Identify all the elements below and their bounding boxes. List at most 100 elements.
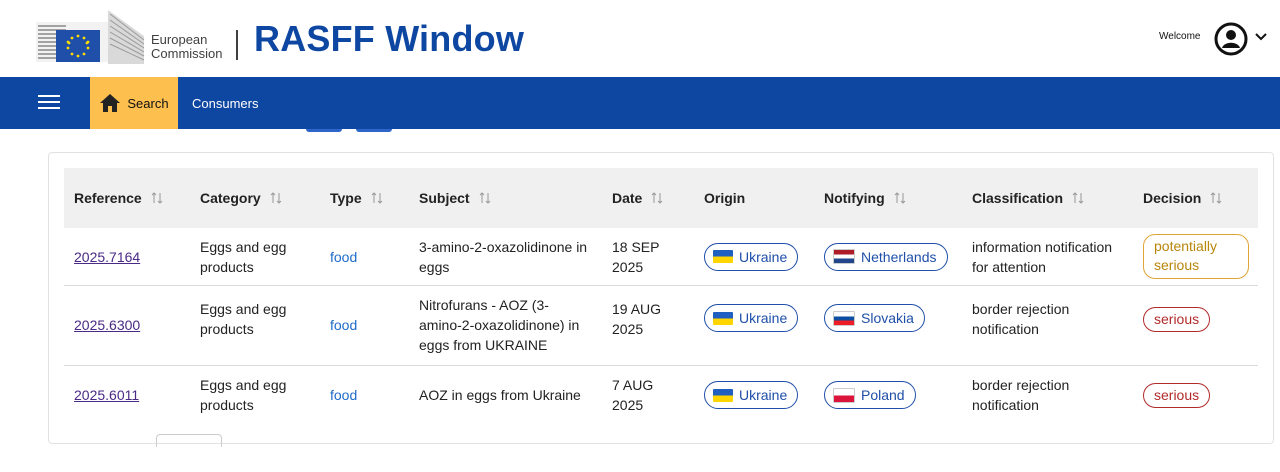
origin-country-chip[interactable]: Ukraine bbox=[704, 242, 799, 271]
subject-cell: Nitrofurans - AOZ (3- amino-2-oxazolidino… bbox=[419, 285, 579, 365]
type-link[interactable]: food bbox=[330, 247, 357, 267]
page-size-select[interactable] bbox=[156, 434, 222, 447]
user-circle-icon[interactable] bbox=[1214, 22, 1248, 56]
chevron-down-icon[interactable] bbox=[1254, 30, 1268, 44]
reference-cell: 2025.6300 bbox=[74, 285, 140, 365]
column-header-subject[interactable]: Subject bbox=[419, 168, 492, 228]
column-header-date[interactable]: Date bbox=[612, 168, 664, 228]
notifying-cell: Poland bbox=[824, 365, 916, 425]
category-text: products bbox=[200, 321, 254, 337]
table-row: 2025.7164 Eggs and egg products food 3-am… bbox=[64, 228, 1258, 286]
table-header: Reference Category Type Subject Date Ori… bbox=[64, 168, 1258, 228]
origin-country-chip[interactable]: Ukraine bbox=[704, 381, 799, 409]
sort-arrows-icon bbox=[270, 192, 282, 204]
subject-text: 3-amino-2-oxazolidinone in bbox=[419, 238, 588, 255]
type-link[interactable]: food bbox=[330, 385, 357, 405]
date-text: 18 SEP bbox=[612, 238, 660, 255]
reference-link[interactable]: 2025.6300 bbox=[74, 315, 140, 335]
subject-text: amino-2-oxazolidinone) in bbox=[419, 317, 580, 333]
table-row: 2025.6011 Eggs and egg products food AOZ … bbox=[64, 365, 1258, 425]
poland-flag-icon bbox=[833, 387, 855, 403]
sort-arrows-icon bbox=[1072, 192, 1084, 204]
classification-cell: border rejection notification bbox=[972, 365, 1069, 425]
reference-cell: 2025.6011 bbox=[74, 365, 139, 425]
country-name: Netherlands bbox=[861, 248, 937, 265]
reference-cell: 2025.7164 bbox=[74, 228, 140, 285]
type-cell: food bbox=[330, 228, 357, 285]
site-header: European Commission RASFF Window Welcome bbox=[0, 0, 1280, 77]
date-text: 2025 bbox=[612, 321, 644, 337]
classification-text: notification bbox=[972, 321, 1039, 337]
organisation-name-line2: Commission bbox=[151, 46, 223, 61]
column-header-notifying[interactable]: Notifying bbox=[824, 168, 907, 228]
country-name: Slovakia bbox=[861, 310, 914, 326]
decision-badge: serious bbox=[1143, 306, 1211, 332]
home-icon bbox=[100, 94, 121, 112]
notifying-country-chip[interactable]: Poland bbox=[824, 381, 916, 409]
subject-cell: AOZ in eggs from Ukraine bbox=[419, 365, 581, 425]
hidden-filter-chip bbox=[356, 129, 392, 132]
category-text: products bbox=[200, 258, 254, 275]
notifying-country-chip[interactable]: Netherlands bbox=[824, 242, 948, 271]
column-header-decision[interactable]: Decision bbox=[1143, 168, 1223, 228]
subject-text: AOZ in eggs from Ukraine bbox=[419, 387, 581, 403]
subject-cell: 3-amino-2-oxazolidinone in eggs bbox=[419, 228, 587, 285]
classification-text: border rejection bbox=[972, 377, 1070, 393]
country-name: Ukraine bbox=[739, 387, 788, 403]
classification-cell: border rejection notification bbox=[972, 285, 1069, 365]
welcome-text: Welcome bbox=[1159, 31, 1201, 42]
origin-cell: Ukraine bbox=[704, 228, 799, 285]
sort-arrows-icon bbox=[1211, 192, 1222, 204]
column-header-category[interactable]: Category bbox=[200, 168, 283, 228]
subject-text: eggs bbox=[419, 258, 450, 275]
table-row: 2025.6300 Eggs and egg products food Nitr… bbox=[64, 285, 1258, 366]
country-name: Poland bbox=[861, 387, 905, 403]
category-text: products bbox=[200, 397, 254, 413]
sort-arrows-icon bbox=[894, 192, 906, 204]
notifying-country-chip[interactable]: Slovakia bbox=[824, 304, 925, 332]
origin-cell: Ukraine bbox=[704, 285, 799, 365]
type-link[interactable]: food bbox=[330, 315, 357, 335]
sort-arrows-icon bbox=[479, 192, 490, 204]
decision-cell: potentially serious bbox=[1143, 228, 1249, 285]
decision-cell: serious bbox=[1143, 285, 1211, 365]
reference-link[interactable]: 2025.6011 bbox=[74, 385, 139, 405]
ukraine-flag-icon bbox=[713, 388, 733, 402]
notifying-cell: Slovakia bbox=[824, 285, 925, 365]
category-text: Eggs and egg bbox=[200, 238, 287, 255]
sort-arrows-icon bbox=[151, 192, 163, 204]
decision-badge: serious bbox=[1143, 382, 1211, 408]
notifying-cell: Netherlands bbox=[824, 228, 948, 285]
column-header-reference[interactable]: Reference bbox=[74, 168, 164, 228]
date-text: 2025 bbox=[612, 258, 644, 275]
category-cell: Eggs and egg products bbox=[200, 228, 286, 285]
category-cell: Eggs and egg products bbox=[200, 285, 286, 365]
date-cell: 7 AUG 2025 bbox=[612, 365, 653, 425]
country-name: Ukraine bbox=[739, 310, 788, 326]
column-header-type[interactable]: Type bbox=[330, 168, 384, 228]
category-cell: Eggs and egg products bbox=[200, 365, 286, 425]
reference-link[interactable]: 2025.7164 bbox=[74, 247, 140, 267]
nav-consumers-tab[interactable]: Consumers bbox=[192, 77, 258, 129]
category-text: Eggs and egg bbox=[200, 301, 287, 317]
classification-cell: information notification for attention bbox=[972, 228, 1112, 285]
hamburger-icon[interactable] bbox=[38, 91, 62, 113]
organisation-name: European Commission bbox=[151, 33, 223, 61]
european-commission-logo bbox=[36, 10, 145, 64]
decision-cell: serious bbox=[1143, 365, 1211, 425]
nav-search-tab[interactable]: Search bbox=[90, 77, 178, 129]
sort-arrows-icon bbox=[371, 192, 382, 204]
origin-country-chip[interactable]: Ukraine bbox=[704, 304, 799, 332]
netherlands-flag-icon bbox=[833, 249, 855, 264]
ukraine-flag-icon bbox=[713, 250, 733, 263]
classification-text: for attention bbox=[972, 258, 1046, 275]
slovakia-flag-icon bbox=[833, 310, 855, 326]
category-text: Eggs and egg bbox=[200, 377, 287, 393]
sort-arrows-icon bbox=[652, 192, 663, 204]
app-title: RASFF Window bbox=[254, 18, 525, 59]
country-name: Ukraine bbox=[739, 248, 788, 265]
column-header-classification[interactable]: Classification bbox=[972, 168, 1085, 228]
subject-text: eggs from UKRAINE bbox=[419, 337, 548, 353]
date-text: 2025 bbox=[612, 397, 644, 413]
origin-cell: Ukraine bbox=[704, 365, 799, 425]
